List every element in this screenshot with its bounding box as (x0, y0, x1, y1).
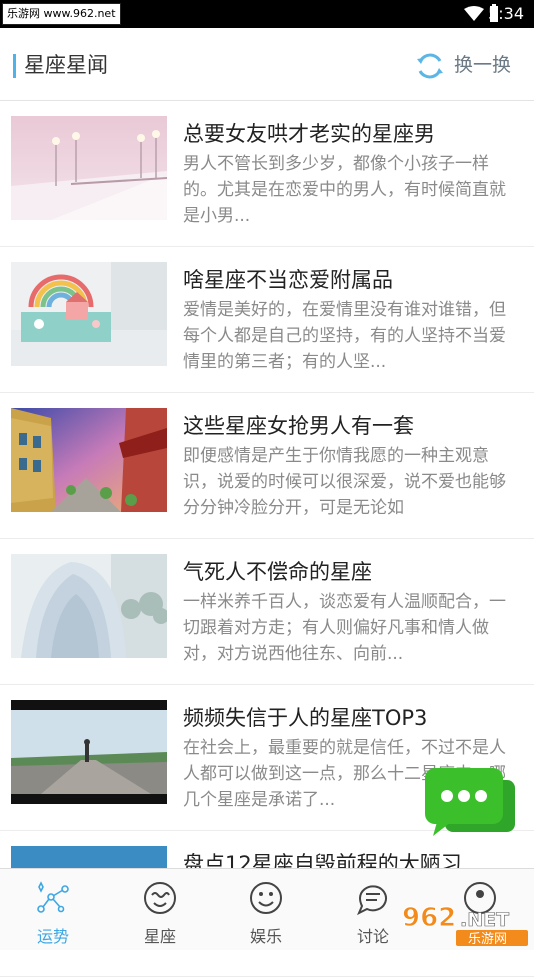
chat-fab-button[interactable] (423, 766, 517, 836)
article-thumbnail (11, 262, 167, 366)
article-title: 啥星座不当恋爱附属品 (183, 268, 393, 292)
article-title: 频频失信于人的星座TOP3 (183, 706, 428, 730)
article-thumbnail (11, 700, 167, 804)
tab-label: 运势 (36, 927, 69, 946)
watermark-text: 乐游网 (468, 932, 507, 947)
article-thumbnail (11, 408, 167, 512)
article-thumbnail (11, 116, 167, 220)
article-title: 这些星座女抢男人有一套 (183, 414, 414, 438)
refresh-label: 换一换 (454, 54, 512, 76)
site-badge: 乐游网 www.962.net (2, 3, 121, 25)
constellation-icon (144, 882, 176, 914)
article-thumbnail (11, 554, 167, 658)
tab-entertainment[interactable]: 娱乐 (213, 869, 319, 950)
section-title: 星座星闻 (24, 53, 108, 77)
status-bar: 乐游网 www.962.net 5:34 (0, 0, 534, 28)
entertainment-icon (250, 882, 282, 914)
chat-icon (425, 768, 515, 836)
watermark-number: 962 (402, 903, 456, 933)
article-summary: 爱情是美好的，在爱情里没有谁对谁错，但每个人都是自己的坚持，有的人坚持不当爱情里… (183, 300, 506, 372)
tab-label: 娱乐 (249, 927, 282, 946)
refresh-icon (417, 53, 443, 79)
fortune-icon (37, 881, 69, 913)
article-title: 总要女友哄才老实的星座男 (183, 122, 435, 146)
tab-fortune[interactable]: 运势 (0, 869, 106, 950)
site-watermark: 962 .NET 乐游网 (398, 900, 534, 949)
article-item[interactable]: 气死人不偿命的星座 一样米养千百人，谈恋爱有人温顺配合，一切跟着对方走；有人则偏… (0, 539, 534, 685)
discussion-icon (357, 885, 387, 916)
article-item[interactable]: 啥星座不当恋爱附属品 爱情是美好的，在爱情里没有谁对谁错，但每个人都是自己的坚持… (0, 247, 534, 393)
article-list: 总要女友哄才老实的星座男 男人不管长到多少岁，都像个小孩子一样的。尤其是在恋爱中… (0, 101, 534, 977)
tab-constellation[interactable]: 星座 (107, 869, 213, 950)
article-title: 气死人不偿命的星座 (183, 560, 372, 584)
watermark-suffix: .NET (460, 909, 509, 931)
refresh-button[interactable]: 换一换 (414, 48, 524, 82)
article-summary: 即便感情是产生于你情我愿的一种主观意识，说爱的时候可以很深爱，说不爱也能够分分钟… (183, 446, 506, 518)
article-item[interactable]: 这些星座女抢男人有一套 即便感情是产生于你情我愿的一种主观意识，说爱的时候可以很… (0, 393, 534, 539)
section-header: 星座星闻 换一换 (0, 28, 534, 101)
tab-label: 星座 (143, 927, 176, 946)
title-accent-bar (13, 54, 16, 78)
article-item[interactable]: 总要女友哄才老实的星座男 男人不管长到多少岁，都像个小孩子一样的。尤其是在恋爱中… (0, 101, 534, 247)
article-summary: 一样米养千百人，谈恋爱有人温顺配合，一切跟着对方走；有人则偏好凡事和情人做对，对… (183, 592, 506, 664)
wifi-icon (464, 6, 484, 21)
article-summary: 男人不管长到多少岁，都像个小孩子一样的。尤其是在恋爱中的男人，有时候简直就是小男… (183, 154, 506, 226)
clock: 5:34 (488, 4, 524, 23)
